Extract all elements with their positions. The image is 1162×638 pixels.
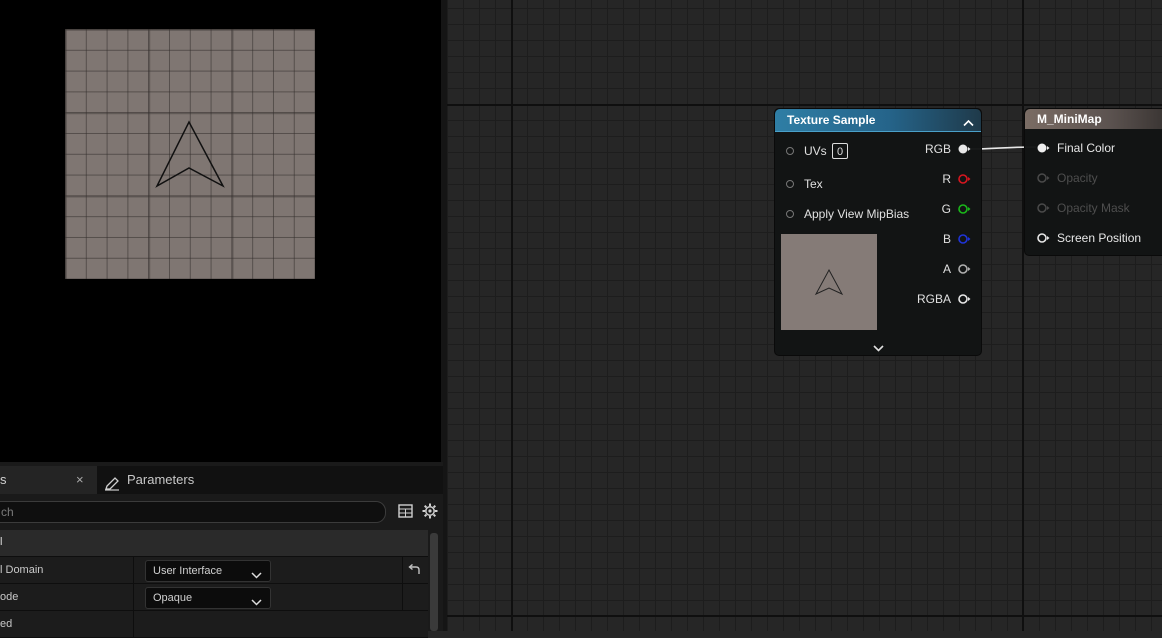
opacity-pin xyxy=(1037,173,1050,183)
property-name: ed xyxy=(0,618,13,630)
tab-parameters-label: Parameters xyxy=(127,472,195,487)
preview-texture xyxy=(65,29,315,279)
dropdown-value: User Interface xyxy=(153,565,223,577)
final-color-pin[interactable] xyxy=(1036,142,1052,154)
opacity-mask-pin xyxy=(1037,203,1050,213)
table-view-icon[interactable] xyxy=(398,504,413,523)
tab-details[interactable]: s × xyxy=(0,466,97,494)
b-output-label: B xyxy=(942,232,951,246)
node-title: M_MiniMap xyxy=(1037,112,1102,126)
chevron-up-icon[interactable] xyxy=(963,114,974,132)
node-title: Texture Sample xyxy=(787,113,876,127)
uvs-value[interactable]: 0 xyxy=(832,143,848,159)
node-header[interactable]: Texture Sample xyxy=(775,109,981,132)
property-name: l Domain xyxy=(0,564,44,576)
a-output-label: A xyxy=(942,262,951,276)
arrow-icon xyxy=(155,120,225,188)
tab-parameters[interactable]: Parameters xyxy=(102,466,222,494)
blend-mode-dropdown[interactable]: Opaque xyxy=(145,587,271,609)
category-header[interactable]: l xyxy=(0,530,428,557)
property-name: ode xyxy=(0,591,19,603)
g-output-label: G xyxy=(941,202,951,216)
r-output-label: R xyxy=(942,172,951,186)
rgb-output-pin[interactable] xyxy=(957,143,971,155)
uvs-label: UVs xyxy=(804,144,827,158)
tex-label: Tex xyxy=(804,177,823,191)
material-result-node[interactable]: M_MiniMap Final Color Opacity Opacity Ma… xyxy=(1024,108,1162,256)
tab-details-label: s xyxy=(0,472,7,487)
rgba-output-label: RGBA xyxy=(916,292,951,306)
g-output-pin[interactable] xyxy=(957,203,971,215)
screen-position-label: Screen Position xyxy=(1057,231,1142,245)
chevron-down-icon[interactable] xyxy=(873,339,884,357)
property-row-blend-mode: ode Opaque xyxy=(0,584,428,611)
tab-bar: s × Parameters xyxy=(0,466,443,494)
opacity-label: Opacity xyxy=(1057,171,1098,185)
pencil-icon xyxy=(104,473,120,501)
search-input[interactable] xyxy=(1,504,361,520)
reset-arrow-icon[interactable] xyxy=(407,563,421,579)
chevron-down-icon xyxy=(251,593,262,613)
texture-sample-node[interactable]: Texture Sample UVs 0 Tex Apply View MipB… xyxy=(774,108,982,356)
arrow-icon xyxy=(814,268,844,296)
uvs-input-pin[interactable] xyxy=(786,147,794,155)
domain-dropdown[interactable]: User Interface xyxy=(145,560,271,582)
r-output-pin[interactable] xyxy=(957,173,971,185)
screen-position-pin[interactable] xyxy=(1036,232,1052,244)
chevron-down-icon xyxy=(251,566,262,586)
close-icon[interactable]: × xyxy=(76,466,84,494)
search-box xyxy=(0,501,386,523)
property-row-domain: l Domain User Interface xyxy=(0,557,428,584)
dropdown-value: Opaque xyxy=(153,592,193,604)
final-color-label: Final Color xyxy=(1057,141,1116,155)
category-label: l xyxy=(0,536,3,548)
b-output-pin[interactable] xyxy=(957,233,971,245)
property-row-shading: ed xyxy=(0,611,428,638)
rgb-output-label: RGB xyxy=(924,142,951,156)
rgba-output-pin[interactable] xyxy=(957,293,971,305)
gear-icon[interactable] xyxy=(422,503,438,524)
texture-thumbnail xyxy=(781,234,877,330)
preview-viewport[interactable] xyxy=(0,0,443,462)
scrollbar[interactable] xyxy=(430,533,438,631)
mipbias-input-pin[interactable] xyxy=(786,210,794,218)
details-panel: s × Parameters l l Domain User Interface xyxy=(0,462,443,638)
node-header[interactable]: M_MiniMap xyxy=(1025,109,1162,129)
tex-input-pin[interactable] xyxy=(786,180,794,188)
opacity-mask-label: Opacity Mask xyxy=(1057,201,1130,215)
a-output-pin[interactable] xyxy=(957,263,971,275)
